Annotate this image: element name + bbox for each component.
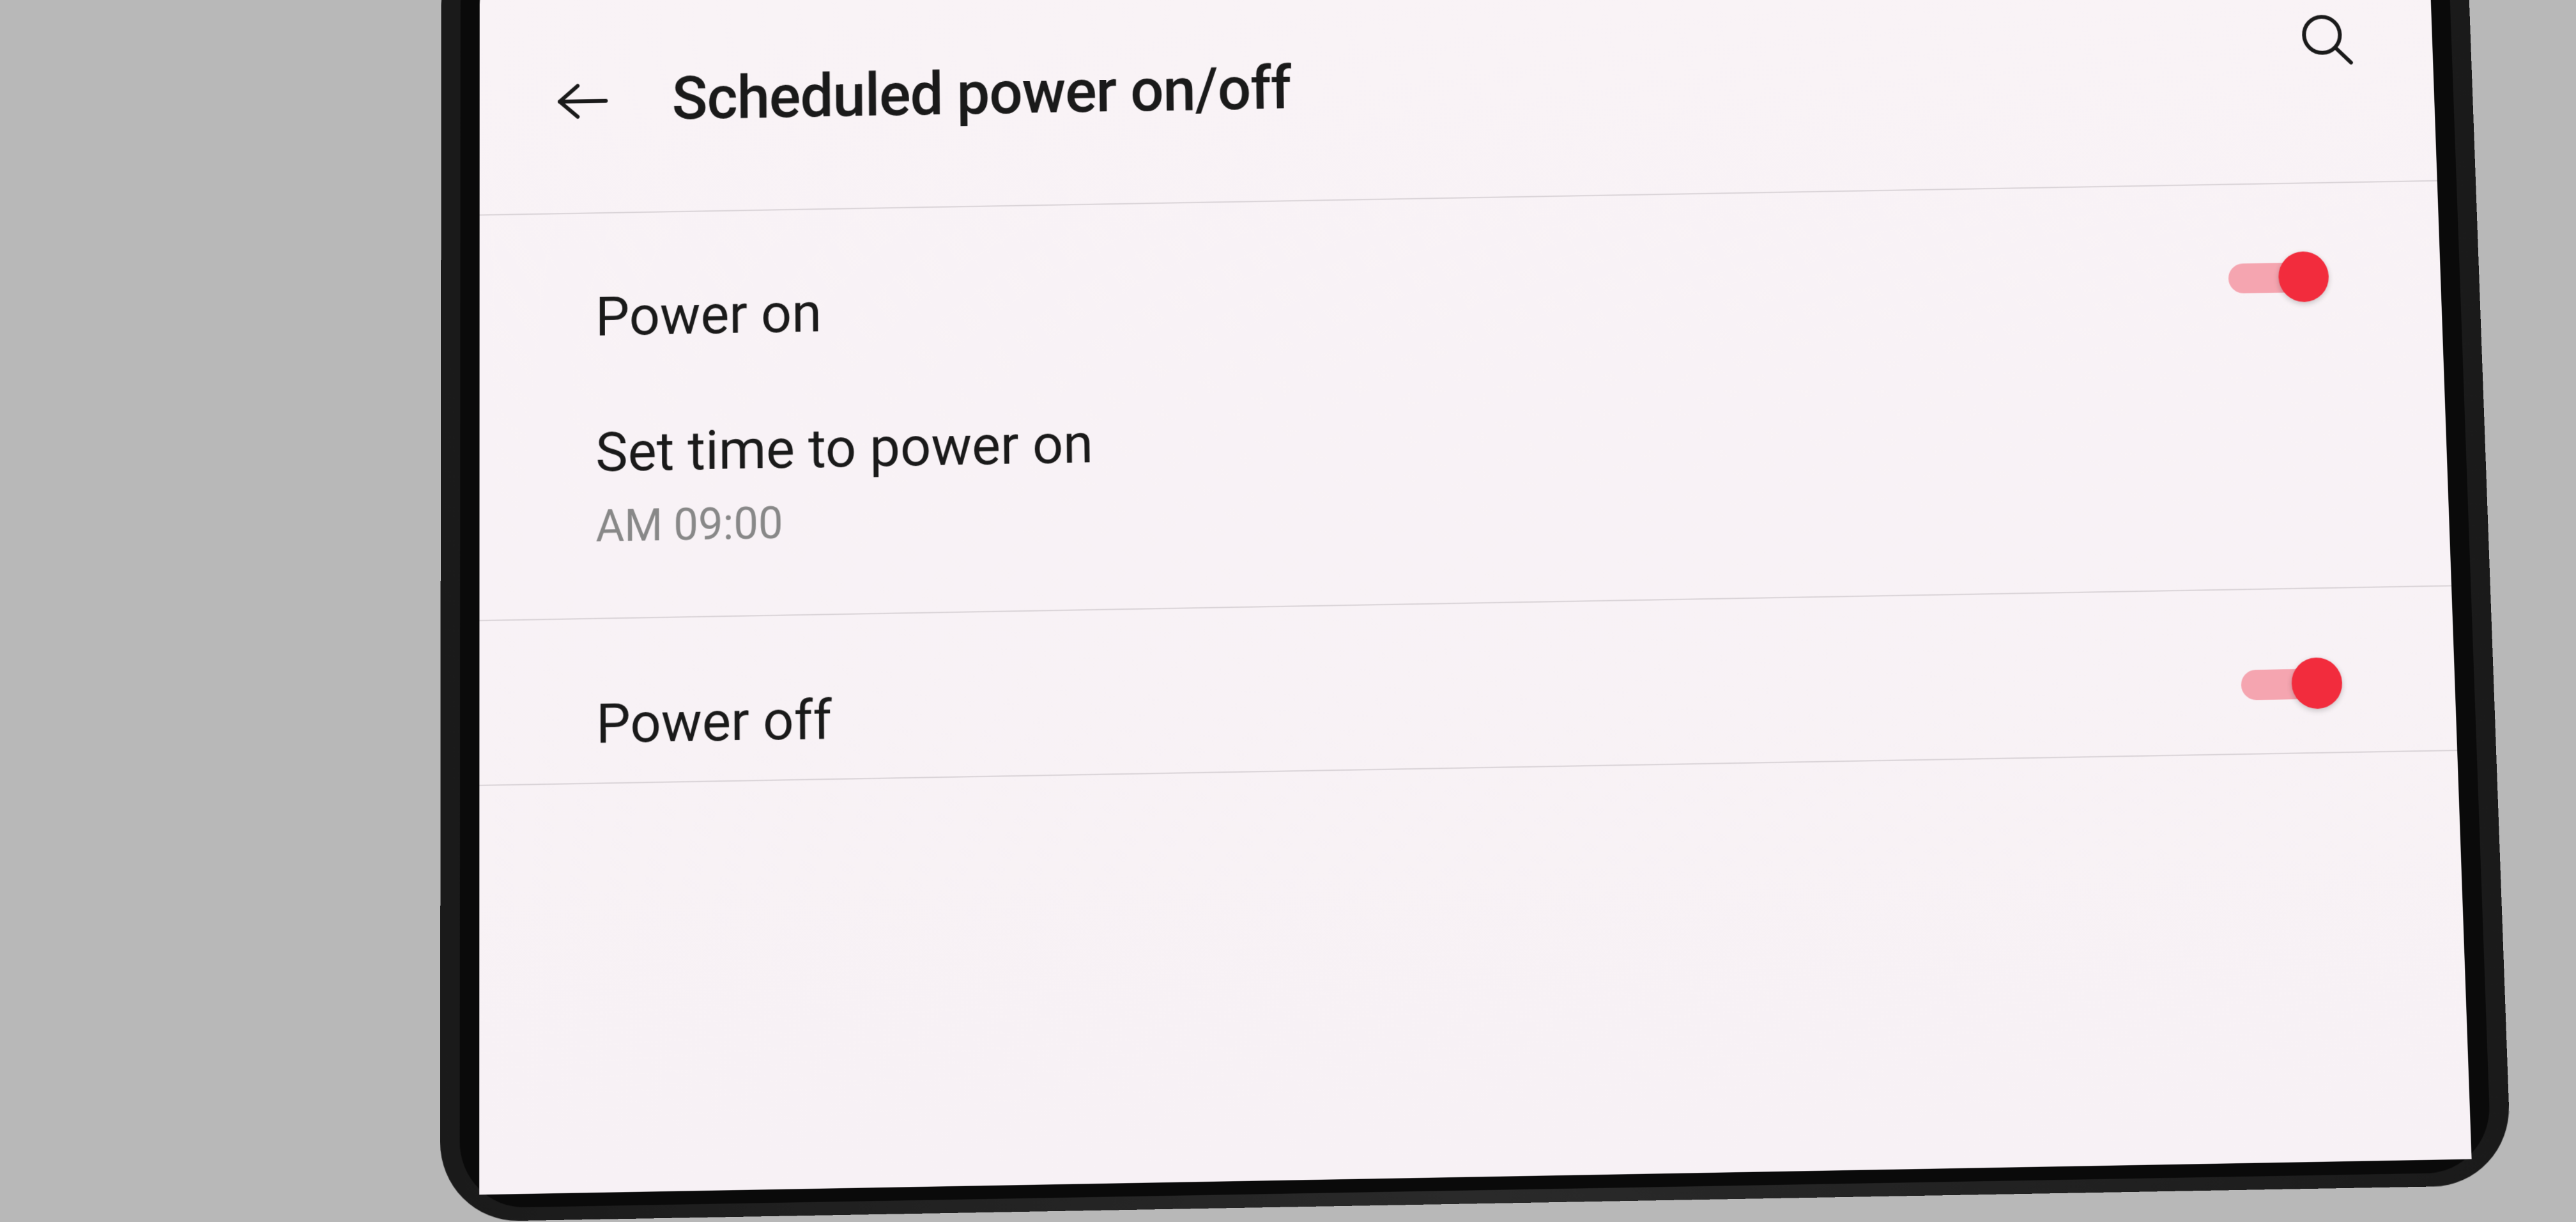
- toggle-thumb: [2291, 657, 2343, 709]
- power-off-toggle-row[interactable]: Power off: [479, 587, 2457, 785]
- toggle-thumb: [2278, 251, 2329, 302]
- power-on-toggle[interactable]: [2228, 254, 2326, 301]
- power-on-section: Power on Set time to power on AM 09:00: [479, 182, 2451, 621]
- set-time-power-on-row[interactable]: Set time to power on AM 09:00: [479, 343, 2451, 620]
- phone-frame: Scheduled power on/off Power on Set time: [479, 0, 2471, 1195]
- set-time-power-on-value: AM 09:00: [595, 491, 1094, 552]
- page-title: Scheduled power on/off: [671, 54, 1291, 134]
- back-icon[interactable]: [550, 78, 614, 124]
- header: Scheduled power on/off: [480, 0, 2437, 214]
- screen: Scheduled power on/off Power on Set time: [479, 0, 2471, 1195]
- search-icon[interactable]: [2297, 10, 2356, 69]
- set-time-power-on-content: Set time to power on AM 09:00: [595, 412, 1094, 553]
- power-off-label: Power off: [596, 687, 832, 756]
- power-off-toggle[interactable]: [2241, 660, 2339, 708]
- set-time-power-on-label: Set time to power on: [595, 412, 1093, 484]
- power-off-section: Power off: [479, 587, 2457, 786]
- power-on-label: Power on: [595, 281, 822, 349]
